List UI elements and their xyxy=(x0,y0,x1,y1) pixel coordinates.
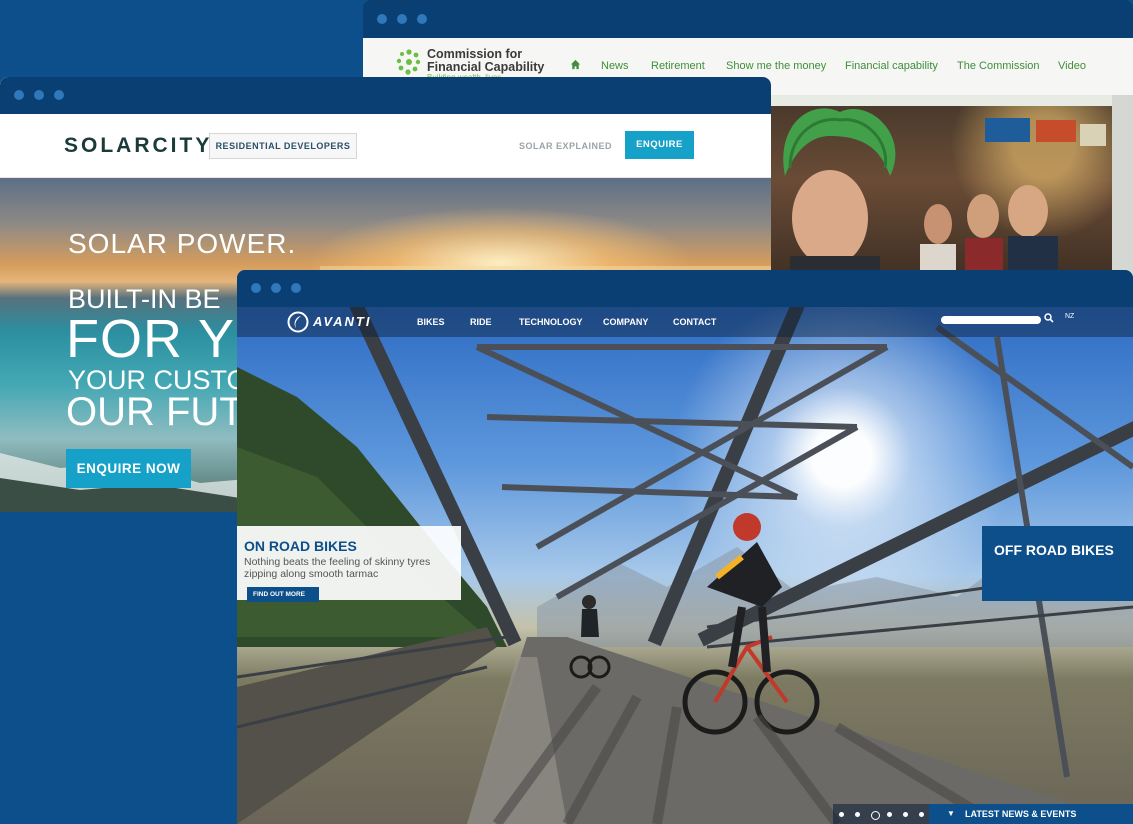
commission-logo-line2: Financial Capability xyxy=(427,60,545,74)
triangle-down-icon: ▼ xyxy=(947,809,955,818)
residential-developers-button[interactable]: RESIDENTIAL DEVELOPERS xyxy=(209,133,357,159)
commission-logo-text[interactable]: Commission for Financial Capability xyxy=(427,48,544,74)
avanti-logo-text[interactable]: AVANTI xyxy=(313,314,371,329)
slide-dot[interactable] xyxy=(919,812,924,817)
avanti-logo-icon[interactable] xyxy=(287,311,309,333)
nav-item-technology[interactable]: TECHNOLOGY xyxy=(519,317,583,327)
search-input[interactable] xyxy=(941,316,1041,324)
hero-right-panel xyxy=(1112,95,1133,290)
window-titlebar xyxy=(363,0,1133,38)
slide-pager xyxy=(833,804,929,824)
find-out-more-button[interactable]: FIND OUT MORE xyxy=(247,587,319,602)
slide-dot[interactable] xyxy=(855,812,860,817)
commission-logo-line1: Commission for xyxy=(427,47,523,61)
nav-item-bikes[interactable]: BIKES xyxy=(417,317,445,327)
commission-logo-icon[interactable] xyxy=(396,48,422,76)
window-dot-icon[interactable] xyxy=(377,14,387,24)
solar-explained-link[interactable]: SOLAR EXPLAINED xyxy=(519,141,612,151)
window-titlebar xyxy=(237,270,1133,307)
window-dot-icon[interactable] xyxy=(34,90,44,100)
nav-item-video[interactable]: Video xyxy=(1058,60,1086,72)
window-dot-icon[interactable] xyxy=(251,283,261,293)
enquire-now-button[interactable]: ENQUIRE NOW xyxy=(66,449,191,488)
avanti-window: AVANTI BIKES RIDE TECHNOLOGY COMPANY CON… xyxy=(237,270,1133,824)
slide-dot[interactable] xyxy=(839,812,844,817)
nav-item-news[interactable]: News xyxy=(601,60,629,72)
nav-item-company[interactable]: COMPANY xyxy=(603,317,648,327)
slide-dot[interactable] xyxy=(871,811,880,820)
solarcity-logo[interactable]: SOLARCITY xyxy=(64,134,212,158)
window-dot-icon[interactable] xyxy=(397,14,407,24)
nav-item-financial-capability[interactable]: Financial capability xyxy=(845,60,938,72)
nav-item-show-me-the-money[interactable]: Show me the money xyxy=(726,60,826,72)
home-icon[interactable] xyxy=(570,59,581,70)
nav-item-retirement[interactable]: Retirement xyxy=(651,60,705,72)
slide-dot[interactable] xyxy=(903,812,908,817)
window-dot-icon[interactable] xyxy=(417,14,427,24)
nav-item-ride[interactable]: RIDE xyxy=(470,317,492,327)
hero-headline-future: OUR FUT xyxy=(66,390,244,434)
latest-news-events-bar[interactable]: ▼ LATEST NEWS & EVENTS xyxy=(929,804,1133,824)
on-road-bikes-description: Nothing beats the feeling of skinny tyre… xyxy=(244,556,431,580)
search-icon[interactable] xyxy=(1044,313,1054,323)
hero-headline-solar-power: SOLAR POWER. xyxy=(68,228,297,259)
avanti-nav-bar: AVANTI BIKES RIDE TECHNOLOGY COMPANY CON… xyxy=(237,307,1133,337)
off-road-bikes-title: OFF ROAD BIKES xyxy=(994,542,1114,558)
slide-dot[interactable] xyxy=(887,812,892,817)
window-dot-icon[interactable] xyxy=(291,283,301,293)
window-titlebar xyxy=(0,77,771,114)
mohawk-photo xyxy=(783,108,1106,290)
commission-hero-image xyxy=(770,106,1112,290)
window-dot-icon[interactable] xyxy=(14,90,24,100)
solarcity-header: SOLARCITY RESIDENTIAL DEVELOPERS SOLAR E… xyxy=(0,114,771,178)
nav-item-contact[interactable]: CONTACT xyxy=(673,317,716,327)
nav-item-the-commission[interactable]: The Commission xyxy=(957,60,1040,72)
hero-headline-for: FOR Y xyxy=(66,309,236,369)
window-dot-icon[interactable] xyxy=(271,283,281,293)
off-road-bikes-panel[interactable]: OFF ROAD BIKES xyxy=(982,526,1133,601)
language-selector[interactable]: NZ xyxy=(1065,313,1074,320)
on-road-bikes-title: ON ROAD BIKES xyxy=(244,538,357,554)
enquire-button[interactable]: ENQUIRE xyxy=(625,131,694,159)
window-dot-icon[interactable] xyxy=(54,90,64,100)
latest-news-events-label: LATEST NEWS & EVENTS xyxy=(965,809,1077,819)
